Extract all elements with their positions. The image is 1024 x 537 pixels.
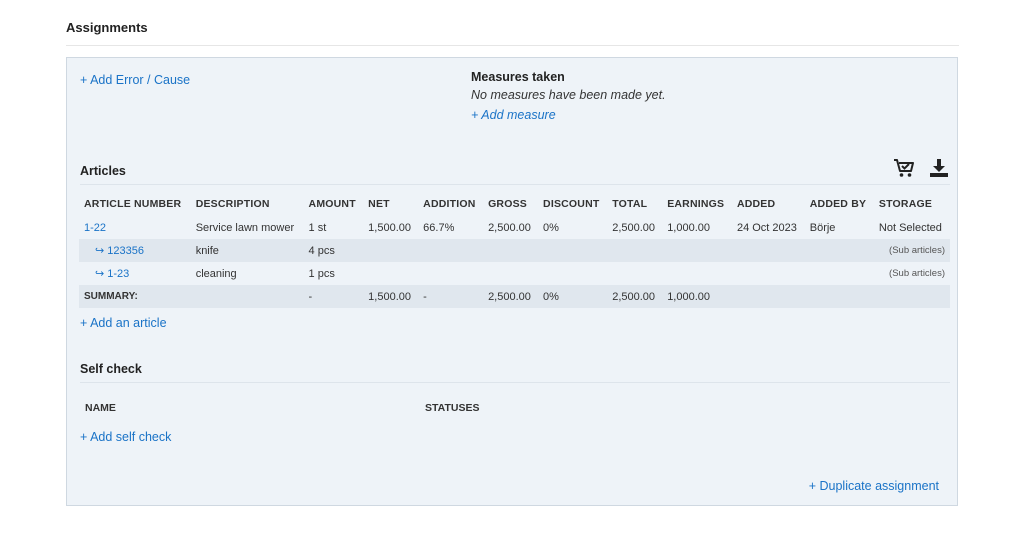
- add-self-check-link[interactable]: + Add self check: [80, 430, 171, 444]
- cart-check-icon[interactable]: [893, 158, 915, 178]
- sub-article-link[interactable]: ↪ 1-23: [95, 268, 129, 280]
- cell-discount: 0%: [543, 221, 559, 234]
- table-row: 1-22 Service lawn mower 1 st 1,500.00 66…: [79, 216, 950, 239]
- articles-divider: [80, 184, 950, 185]
- summary-net: 1,500.00: [363, 285, 419, 308]
- col-total: TOTAL: [612, 198, 648, 210]
- col-article-number: ARTICLE NUMBER: [84, 198, 182, 210]
- col-gross: GROSS: [488, 198, 527, 210]
- summary-discount: 0%: [538, 285, 608, 308]
- summary-label: SUMMARY:: [79, 285, 191, 308]
- col-amount: AMOUNT: [308, 198, 356, 210]
- cell-storage: (Sub articles): [889, 268, 945, 279]
- cell-amount: 1 st: [308, 221, 327, 234]
- measures-section: Measures taken No measures have been mad…: [471, 70, 666, 122]
- articles-toolbar: [893, 158, 949, 178]
- self-check-heading: Self check: [80, 362, 142, 376]
- measures-empty-text: No measures have been made yet.: [471, 88, 666, 102]
- cell-description: cleaning: [195, 267, 237, 280]
- cell-amount: 1 pcs: [308, 267, 335, 280]
- cell-gross: 2,500.00: [488, 221, 531, 234]
- article-link[interactable]: 1-22: [84, 222, 106, 234]
- cell-amount: 4 pcs: [303, 239, 364, 262]
- add-error-cause-link[interactable]: + Add Error / Cause: [80, 73, 190, 87]
- articles-heading: Articles: [80, 164, 126, 178]
- download-icon[interactable]: [929, 158, 949, 178]
- cell-added-by: Börje: [809, 221, 836, 234]
- summary-amount: -: [303, 285, 364, 308]
- cell-description: Service lawn mower: [195, 221, 295, 234]
- table-row: ↪ 123356 knife 4 pcs (Sub articles): [79, 239, 950, 262]
- add-article-link[interactable]: + Add an article: [80, 316, 167, 330]
- table-row: ↪ 1-23 cleaning 1 pcs (Sub articles): [79, 262, 950, 285]
- duplicate-assignment-link[interactable]: + Duplicate assignment: [809, 479, 939, 493]
- col-storage: STORAGE: [878, 198, 933, 210]
- sub-article-link[interactable]: ↪ 123356: [95, 245, 144, 257]
- self-check-divider: [80, 382, 950, 383]
- cell-storage: Not Selected: [878, 221, 942, 234]
- table-header-row: ARTICLE NUMBER DESCRIPTION AMOUNT NET AD…: [79, 192, 950, 216]
- summary-earnings: 1,000.00: [662, 285, 732, 308]
- cell-addition: 66.7%: [423, 221, 455, 234]
- assignment-panel: + Add Error / Cause Measures taken No me…: [66, 57, 958, 506]
- measures-heading: Measures taken: [471, 70, 565, 84]
- self-check-col-statuses: STATUSES: [425, 402, 480, 414]
- cell-storage: (Sub articles): [873, 239, 950, 262]
- cell-net: 1,500.00: [368, 221, 411, 234]
- col-earnings: EARNINGS: [667, 198, 725, 210]
- add-measure-link[interactable]: + Add measure: [471, 108, 556, 122]
- title-divider: [66, 45, 959, 46]
- col-description: DESCRIPTION: [195, 198, 270, 210]
- col-added-by: ADDED BY: [809, 198, 867, 210]
- summary-gross: 2,500.00: [483, 285, 539, 308]
- summary-row: SUMMARY: - 1,500.00 - 2,500.00 0% 2,500.…: [79, 285, 950, 308]
- summary-total: 2,500.00: [607, 285, 663, 308]
- articles-table: ARTICLE NUMBER DESCRIPTION AMOUNT NET AD…: [79, 192, 950, 308]
- cell-added: 24 Oct 2023: [736, 221, 797, 234]
- cell-description: knife: [190, 239, 304, 262]
- summary-addition: -: [418, 285, 484, 308]
- col-net: NET: [368, 198, 390, 210]
- self-check-col-name: NAME: [85, 402, 116, 414]
- col-discount: DISCOUNT: [543, 198, 600, 210]
- col-added: ADDED: [736, 198, 776, 210]
- col-addition: ADDITION: [423, 198, 476, 210]
- cell-earnings: 1,000.00: [667, 221, 711, 234]
- cell-total: 2,500.00: [612, 221, 656, 234]
- page-title: Assignments: [66, 20, 148, 35]
